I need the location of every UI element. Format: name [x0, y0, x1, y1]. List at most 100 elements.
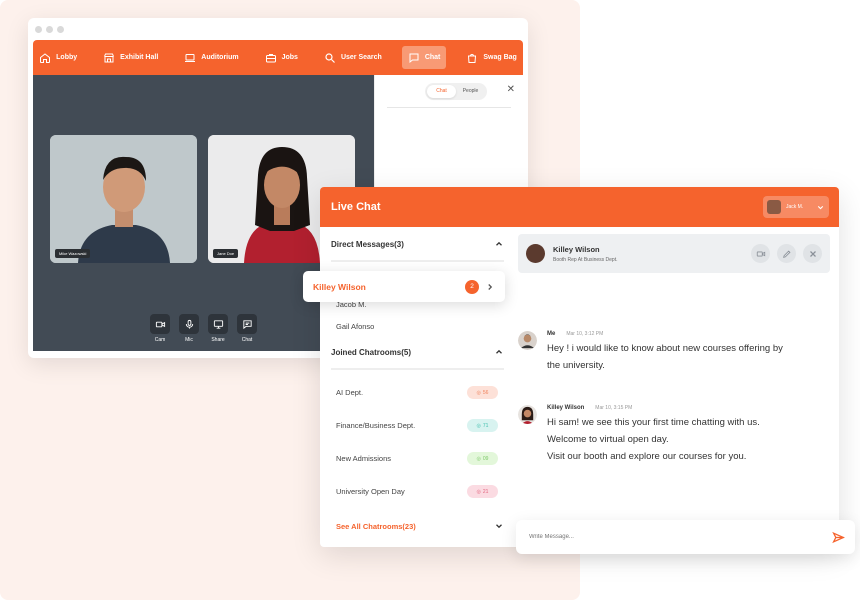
nav-swag-bag[interactable]: Swag Bag	[460, 46, 522, 69]
see-all-label: See All Chatrooms(23)	[336, 521, 416, 531]
direct-messages-title: Direct Messages(3)	[331, 239, 404, 249]
message: Me Mar 10, 3:12 PM Hey ! i would like to …	[518, 331, 783, 374]
mic-control[interactable]: Mic	[179, 314, 199, 343]
close-conversation-button[interactable]	[803, 244, 822, 263]
chat-control[interactable]: Chat	[237, 314, 257, 343]
message-sender: Killey Wilson Mar 10, 3:15 PM	[547, 405, 633, 411]
chatroom-name: Finance/Business Dept.	[336, 421, 416, 430]
control-label: Share	[211, 337, 225, 343]
contact-subtitle: Booth Rep At Business Dept.	[553, 256, 618, 263]
joined-chatrooms-header[interactable]: Joined Chatrooms(5)	[331, 342, 504, 362]
nav-user-search[interactable]: User Search	[318, 46, 388, 69]
user-menu[interactable]: Jack M.	[763, 196, 829, 218]
chevron-down-icon	[496, 524, 502, 529]
bag-icon	[468, 53, 477, 63]
cam-button[interactable]	[150, 314, 170, 334]
message-composer	[516, 520, 855, 554]
briefcase-icon	[265, 53, 276, 62]
member-count-badge: ◎ 56	[467, 386, 498, 399]
chat-icon	[242, 319, 252, 329]
screen-share-icon	[213, 319, 223, 329]
unread-badge: 2	[465, 279, 479, 294]
laptop-icon	[185, 53, 196, 62]
control-label: Chat	[241, 337, 253, 343]
send-icon[interactable]	[832, 531, 845, 544]
conversation-pane: Killey Wilson Booth Rep At Business Dept…	[518, 234, 830, 504]
participant-name: Mike Wazowski	[55, 249, 91, 258]
search-icon	[325, 52, 335, 63]
video-call-button[interactable]	[751, 244, 770, 263]
edit-button[interactable]	[777, 244, 796, 263]
avatar	[767, 200, 781, 214]
close-icon[interactable]: ✕	[507, 84, 515, 95]
message-time: Mar 10, 3:12 PM	[566, 331, 604, 337]
tab-chat[interactable]: Chat	[427, 85, 456, 98]
chevron-down-icon	[817, 205, 824, 209]
message-time: Mar 10, 3:15 PM	[595, 405, 633, 411]
nav-label: User Search	[340, 54, 382, 61]
mic-icon	[185, 319, 193, 329]
cam-control[interactable]: Cam	[150, 314, 170, 343]
nav-exhibit-hall[interactable]: Exhibit Hall	[97, 46, 164, 69]
chat-icon	[409, 53, 419, 63]
chat-people-toggle: Chat People	[425, 83, 487, 100]
video-tile[interactable]: Mike Wazowski	[50, 135, 197, 263]
chevron-right-icon	[488, 283, 493, 290]
nav-label: Jobs	[281, 54, 298, 61]
nav-lobby[interactable]: Lobby	[33, 46, 83, 69]
dm-item-killey-wilson[interactable]: Killey Wilson 2	[303, 271, 505, 302]
dm-name: Killey Wilson	[313, 281, 366, 292]
nav-label: Exhibit Hall	[120, 54, 159, 61]
chatroom-name: New Admissions	[336, 454, 392, 463]
share-control[interactable]: Share	[208, 314, 228, 343]
close-icon	[809, 250, 816, 257]
chatroom-item[interactable]: New Admissions ◎ 09	[331, 442, 504, 475]
member-count: 09	[482, 455, 489, 462]
member-count-badge: ◎ 21	[467, 485, 498, 498]
pencil-icon	[782, 249, 791, 258]
live-chat-panel: Live Chat Jack M. Direct Messages(3) Jac…	[320, 187, 839, 547]
message-sender: Me Mar 10, 3:12 PM	[547, 331, 604, 337]
camera-icon	[155, 321, 165, 327]
chat-button[interactable]	[237, 314, 257, 334]
message-text: Hey ! i would like to know about new cou…	[547, 343, 783, 371]
avatar	[518, 331, 537, 350]
nav-chat[interactable]: Chat	[401, 46, 447, 69]
live-chat-title: Live Chat	[331, 201, 381, 213]
control-label: Cam	[154, 337, 166, 343]
chatroom-item[interactable]: Finance/Business Dept. ◎ 71	[331, 409, 504, 442]
top-navigation: Lobby Exhibit Hall Auditorium Jobs User …	[33, 40, 523, 75]
member-count: 71	[482, 422, 489, 429]
nav-jobs[interactable]: Jobs	[259, 46, 304, 69]
divider	[331, 260, 504, 262]
avatar	[518, 405, 537, 424]
home-icon	[40, 52, 51, 63]
user-name: Jack M.	[786, 204, 804, 210]
window-controls	[28, 18, 528, 40]
chatroom-item[interactable]: AI Dept. ◎ 56	[331, 376, 504, 409]
message-input[interactable]	[529, 534, 832, 540]
store-icon	[104, 53, 115, 62]
chatroom-name: University Open Day	[336, 487, 405, 496]
direct-messages-header[interactable]: Direct Messages(3)	[331, 234, 504, 254]
member-count: 56	[482, 389, 489, 396]
nav-auditorium[interactable]: Auditorium	[178, 46, 244, 69]
chatroom-item[interactable]: University Open Day ◎ 21	[331, 475, 504, 508]
share-button[interactable]	[208, 314, 228, 334]
tab-people[interactable]: People	[456, 85, 485, 98]
member-count-badge: ◎ 71	[467, 419, 498, 432]
participant-video	[50, 135, 197, 263]
nav-label: Swag Bag	[483, 54, 517, 61]
see-all-chatrooms-link[interactable]: See All Chatrooms(23)	[331, 521, 504, 531]
message-text: Hi sam! we see this your first time chat…	[547, 417, 760, 462]
joined-chatrooms-title: Joined Chatrooms(5)	[331, 347, 412, 357]
message: Killey Wilson Mar 10, 3:15 PM Hi sam! we …	[518, 405, 760, 465]
contact-name: Killey Wilson	[553, 244, 600, 254]
member-count-badge: ◎ 09	[467, 452, 498, 465]
mic-button[interactable]	[179, 314, 199, 334]
participant-name: Jane Doe	[213, 249, 239, 258]
dm-item-gail[interactable]: Gail Afonso	[331, 316, 504, 338]
avatar	[526, 244, 545, 263]
conversation-actions	[751, 244, 822, 263]
nav-label: Chat	[424, 54, 441, 61]
